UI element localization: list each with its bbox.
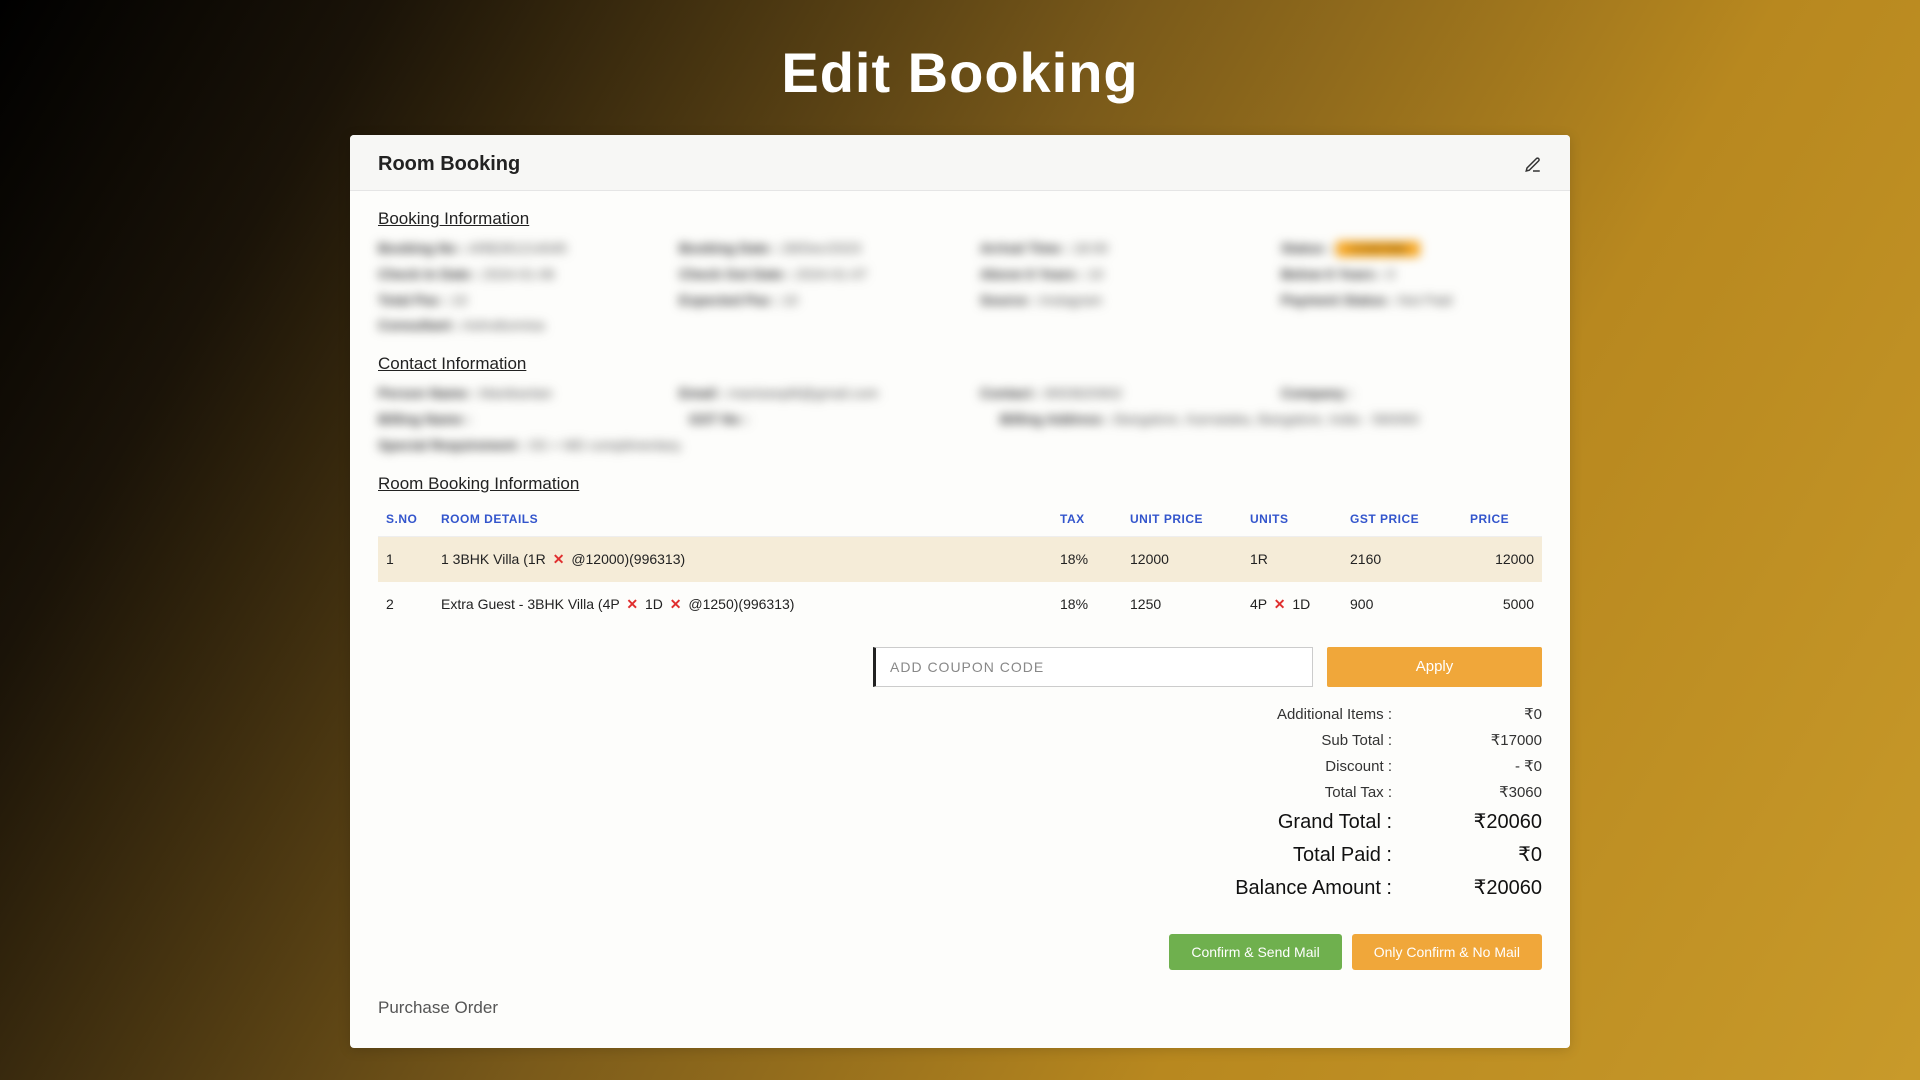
x-icon: ✕ <box>670 596 682 612</box>
tax-value: ₹3060 <box>1452 783 1542 801</box>
confirm-send-mail-button[interactable]: Confirm & Send Mail <box>1169 934 1341 970</box>
cell-sno: 2 <box>378 582 433 627</box>
balance-value: ₹20060 <box>1452 875 1542 900</box>
booking-info-block: Booking No : ARB281214045 Booking Date :… <box>378 237 1542 338</box>
x-icon: ✕ <box>626 596 638 612</box>
section-contact-info: Contact Information <box>378 354 1542 374</box>
card-header: Room Booking <box>350 135 1570 191</box>
grand-label: Grand Total : <box>1212 811 1392 834</box>
cell-price: 12000 <box>1462 536 1542 582</box>
only-confirm-button[interactable]: Only Confirm & No Mail <box>1352 934 1542 970</box>
cell-price: 5000 <box>1462 582 1542 627</box>
totals-block: Additional Items : ₹0 Sub Total : ₹17000 D… <box>378 701 1542 904</box>
section-booking-info: Booking Information <box>378 209 1542 229</box>
table-row: 2 Extra Guest - 3BHK Villa (4P ✕ 1D ✕ @1… <box>378 582 1542 627</box>
subtotal-label: Sub Total : <box>1212 732 1392 749</box>
section-purchase-order: Purchase Order <box>378 998 1542 1018</box>
additional-value: ₹0 <box>1452 705 1542 723</box>
th-price: PRICE <box>1462 502 1542 537</box>
cell-details: Extra Guest - 3BHK Villa (4P ✕ 1D ✕ @125… <box>433 582 1052 627</box>
action-row: Confirm & Send Mail Only Confirm & No Ma… <box>378 934 1542 970</box>
cell-units: 1R <box>1242 536 1342 582</box>
discount-value: - ₹0 <box>1452 757 1542 775</box>
th-units: UNITS <box>1242 502 1342 537</box>
cell-gst: 900 <box>1342 582 1462 627</box>
th-unit-price: UNIT PRICE <box>1122 502 1242 537</box>
card-body: Booking Information Booking No : ARB2812… <box>350 191 1570 1048</box>
page-title: Edit Booking <box>0 0 1920 135</box>
paid-label: Total Paid : <box>1212 844 1392 867</box>
cell-details: 1 3BHK Villa (1R ✕ @12000)(996313) <box>433 536 1052 582</box>
cell-tax: 18% <box>1052 536 1122 582</box>
contact-info-block: Person Name : Manikantan Email : manisee… <box>378 382 1542 457</box>
th-tax: TAX <box>1052 502 1122 537</box>
additional-label: Additional Items : <box>1212 706 1392 723</box>
th-sno: S.NO <box>378 502 433 537</box>
x-icon: ✕ <box>553 551 565 567</box>
th-gst-price: GST PRICE <box>1342 502 1462 537</box>
section-room-info: Room Booking Information <box>378 474 1542 494</box>
balance-label: Balance Amount : <box>1212 877 1392 900</box>
cell-tax: 18% <box>1052 582 1122 627</box>
x-icon: ✕ <box>1274 596 1286 612</box>
tax-label: Total Tax : <box>1212 784 1392 801</box>
cell-sno: 1 <box>378 536 433 582</box>
cell-unit-price: 1250 <box>1122 582 1242 627</box>
grand-value: ₹20060 <box>1452 809 1542 834</box>
table-row: 1 1 3BHK Villa (1R ✕ @12000)(996313) 18%… <box>378 536 1542 582</box>
cell-gst: 2160 <box>1342 536 1462 582</box>
cell-units: 4P ✕ 1D <box>1242 582 1342 627</box>
th-details: ROOM DETAILS <box>433 502 1052 537</box>
coupon-row: Apply <box>378 647 1542 687</box>
paid-value: ₹0 <box>1452 842 1542 867</box>
booking-card: Room Booking Booking Information Booking… <box>350 135 1570 1048</box>
status-badge: CONFIRM <box>1336 241 1420 257</box>
room-table: S.NO ROOM DETAILS TAX UNIT PRICE UNITS G… <box>378 502 1542 627</box>
apply-button[interactable]: Apply <box>1327 647 1542 687</box>
edit-icon[interactable] <box>1524 156 1542 174</box>
subtotal-value: ₹17000 <box>1452 731 1542 749</box>
card-header-title: Room Booking <box>378 153 520 176</box>
coupon-input[interactable] <box>873 647 1313 687</box>
cell-unit-price: 12000 <box>1122 536 1242 582</box>
discount-label: Discount : <box>1212 758 1392 775</box>
